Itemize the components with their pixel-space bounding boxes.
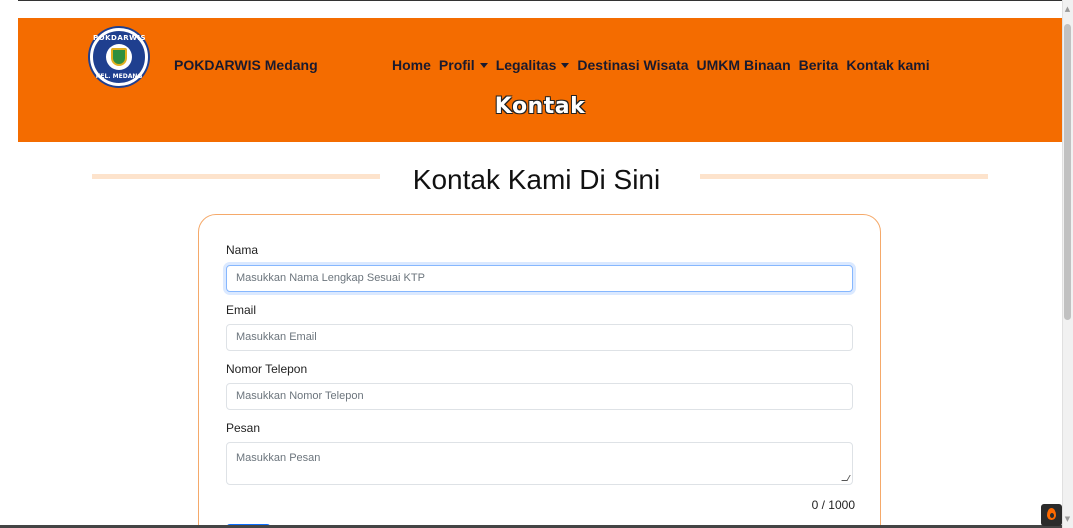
brand-name[interactable]: POKDARWIS Medang	[174, 57, 318, 73]
contact-form-card: Nama Masukkan Nama Lengkap Sesuai KTP Em…	[198, 214, 881, 528]
message-label: Pesan	[226, 421, 261, 435]
nav-item-kontak-kami[interactable]: Kontak kami	[846, 57, 929, 73]
browser-top-edge	[0, 0, 1073, 18]
vertical-scrollbar[interactable]: ▲ ▼	[1062, 0, 1073, 528]
nav-item-legalitas[interactable]: Legalitas	[496, 57, 570, 73]
nav-item-profil[interactable]: Profil	[439, 57, 488, 73]
name-input[interactable]: Masukkan Nama Lengkap Sesuai KTP	[226, 265, 853, 292]
site-header: POKDARWIS KEL. MEDANG POKDARWIS Medang H…	[18, 18, 1062, 142]
logo-text-bottom: KEL. MEDANG	[95, 73, 143, 80]
nav-item-destinasi-wisata[interactable]: Destinasi Wisata	[577, 57, 688, 73]
nav-label: Destinasi Wisata	[577, 57, 689, 73]
message-textarea[interactable]: Masukkan Pesan	[226, 442, 853, 485]
main-nav: Home Profil Legalitas Destinasi Wisata U…	[392, 57, 938, 73]
shield-icon	[111, 48, 127, 66]
nav-item-berita[interactable]: Berita	[799, 57, 839, 73]
email-input[interactable]: Masukkan Email	[226, 324, 853, 351]
nav-label: Legalitas	[495, 57, 557, 73]
caret-down-icon	[561, 62, 570, 68]
floating-action-button[interactable]	[1041, 504, 1062, 526]
message-placeholder: Masukkan Pesan	[236, 452, 321, 464]
caret-down-icon	[479, 62, 488, 68]
resize-handle-icon[interactable]	[841, 475, 851, 481]
nav-label: Home	[392, 57, 431, 73]
scrollbar-thumb[interactable]	[1064, 24, 1071, 320]
phone-label: Nomor Telepon	[226, 362, 308, 376]
email-label: Email	[226, 303, 257, 317]
character-counter: 0 / 1000	[811, 498, 855, 512]
nav-item-home[interactable]: Home	[392, 57, 431, 73]
decorative-rule-right	[700, 174, 988, 179]
browser-left-edge	[0, 0, 18, 528]
scroll-up-arrow-icon[interactable]: ▲	[1064, 4, 1071, 14]
nav-label: Kontak kami	[846, 57, 930, 73]
nav-label: Berita	[798, 57, 839, 73]
phone-input[interactable]: Masukkan Nomor Telepon	[226, 383, 853, 410]
nav-label: UMKM Binaan	[696, 57, 791, 73]
flame-icon	[1047, 508, 1056, 520]
section-title: Kontak Kami Di Sini	[412, 164, 661, 195]
scroll-down-arrow-icon[interactable]: ▼	[1064, 514, 1071, 524]
pokdarwis-logo[interactable]: POKDARWIS KEL. MEDANG	[90, 28, 148, 86]
nav-label: Profil	[438, 57, 475, 73]
logo-text-top: POKDARWIS	[93, 34, 146, 42]
nav-item-umkm-binaan[interactable]: UMKM Binaan	[697, 57, 791, 73]
name-label: Nama	[226, 243, 259, 257]
page-heading: Kontak	[494, 94, 586, 119]
